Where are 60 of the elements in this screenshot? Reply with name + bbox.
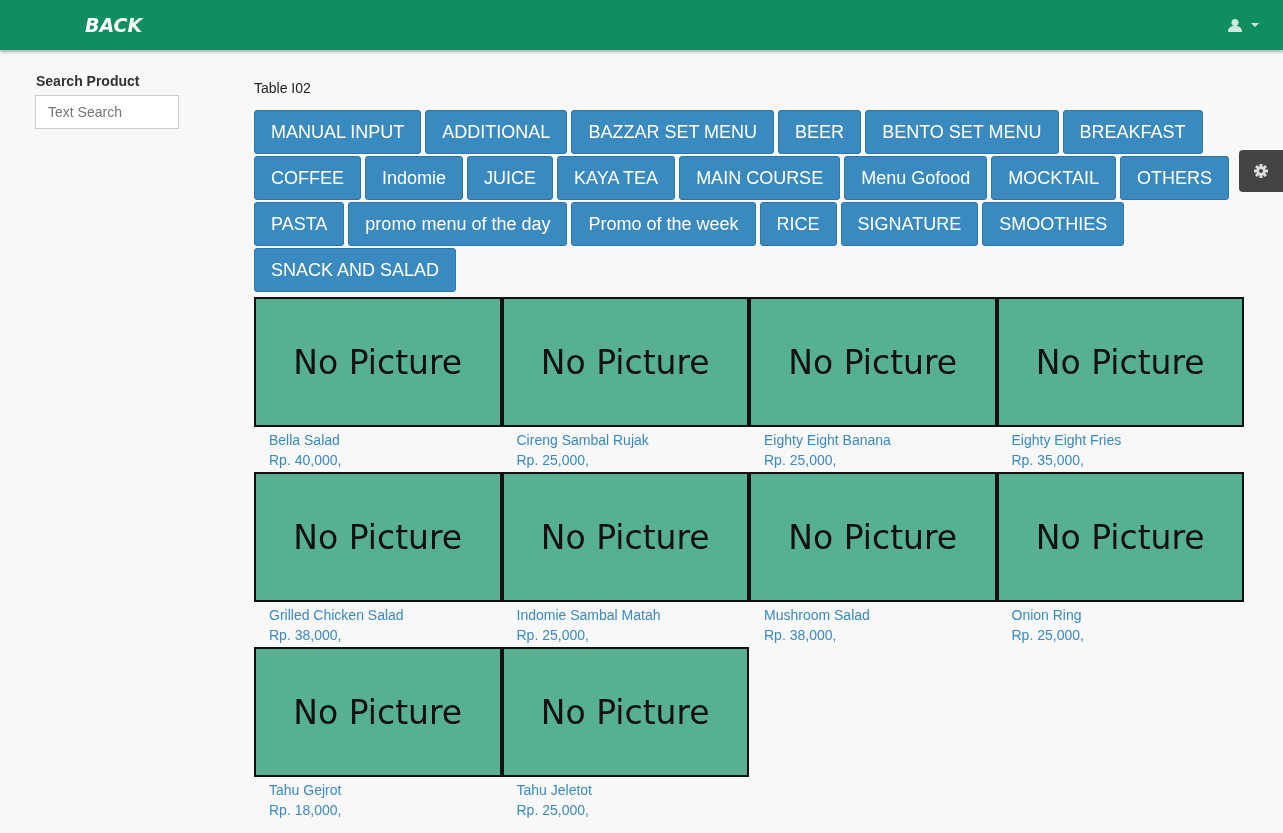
category-button[interactable]: BENTO SET MENU xyxy=(865,110,1059,154)
category-button[interactable]: Indomie xyxy=(365,156,464,200)
category-button[interactable]: MANUAL INPUT xyxy=(254,110,422,154)
product-name[interactable]: Cireng Sambal Rujak xyxy=(501,427,749,450)
user-icon xyxy=(1228,18,1242,32)
category-button[interactable]: COFFEE xyxy=(254,156,361,200)
no-picture-placeholder[interactable]: No Picture xyxy=(501,297,749,427)
no-picture-placeholder[interactable]: No Picture xyxy=(749,297,997,427)
category-button[interactable]: Menu Gofood xyxy=(844,156,988,200)
product-name[interactable]: Grilled Chicken Salad xyxy=(254,602,502,625)
category-button[interactable]: BREAKFAST xyxy=(1062,110,1203,154)
search-label: Search Product xyxy=(36,73,141,89)
category-button[interactable]: SMOOTHIES xyxy=(982,202,1125,246)
product-price: Rp. 38,000, xyxy=(763,626,838,645)
no-picture-placeholder[interactable]: No Picture xyxy=(996,472,1244,602)
product-price: Rp. 25,000, xyxy=(763,451,838,470)
no-picture-placeholder[interactable]: No Picture xyxy=(996,297,1244,427)
settings-icon xyxy=(1254,164,1268,178)
category-button[interactable]: PASTA xyxy=(254,202,345,246)
category-button[interactable]: KAYA TEA xyxy=(557,156,676,200)
product-name[interactable]: Eighty Eight Fries xyxy=(996,427,1244,450)
product-price: Rp. 25,000, xyxy=(515,626,590,645)
settings-tab[interactable] xyxy=(1239,150,1283,192)
category-button[interactable]: SNACK AND SALAD xyxy=(254,248,457,292)
back-link[interactable]: BACK xyxy=(85,14,143,36)
no-picture-placeholder[interactable]: No Picture xyxy=(501,647,749,777)
no-picture-placeholder[interactable]: No Picture xyxy=(254,647,502,777)
caret-icon xyxy=(1251,23,1259,27)
user-menu[interactable] xyxy=(1228,18,1259,32)
product-name[interactable]: Bella Salad xyxy=(254,427,502,450)
table-label: Table I02 xyxy=(254,80,312,96)
category-button[interactable]: BAZZAR SET MENU xyxy=(571,110,775,154)
product-price: Rp. 25,000, xyxy=(515,451,590,470)
product-name[interactable]: Indomie Sambal Matah xyxy=(501,602,749,625)
product-price: Rp. 25,000, xyxy=(515,801,590,820)
category-button[interactable]: BEER xyxy=(778,110,862,154)
product-price: Rp. 18,000, xyxy=(268,801,343,820)
category-button[interactable]: promo menu of the day xyxy=(348,202,568,246)
search-field[interactable]: Text Search xyxy=(35,95,179,129)
category-button[interactable]: RICE xyxy=(759,202,837,246)
no-picture-placeholder[interactable]: No Picture xyxy=(254,472,502,602)
product-name[interactable]: Eighty Eight Banana xyxy=(749,427,997,450)
product-name[interactable]: Tahu Gejrot xyxy=(254,777,502,800)
category-button[interactable]: MAIN COURSE xyxy=(679,156,841,200)
category-button[interactable]: Promo of the week xyxy=(571,202,756,246)
product-price: Rp. 25,000, xyxy=(1010,626,1085,645)
product-price: Rp. 38,000, xyxy=(268,626,343,645)
product-price: Rp. 40,000, xyxy=(268,451,343,470)
no-picture-placeholder[interactable]: No Picture xyxy=(501,472,749,602)
product-price: Rp. 35,000, xyxy=(1010,451,1085,470)
product-name[interactable]: Tahu Jeletot xyxy=(501,777,749,800)
no-picture-placeholder[interactable]: No Picture xyxy=(254,297,502,427)
category-button[interactable]: JUICE xyxy=(467,156,554,200)
product-name[interactable]: Onion Ring xyxy=(996,602,1244,625)
product-name[interactable]: Mushroom Salad xyxy=(749,602,997,625)
no-picture-placeholder[interactable]: No Picture xyxy=(749,472,997,602)
category-button[interactable]: OTHERS xyxy=(1119,156,1229,200)
category-button[interactable]: ADDITIONAL xyxy=(425,110,568,154)
category-button[interactable]: MOCKTAIL xyxy=(991,156,1116,200)
category-button[interactable]: SIGNATURE xyxy=(840,202,979,246)
